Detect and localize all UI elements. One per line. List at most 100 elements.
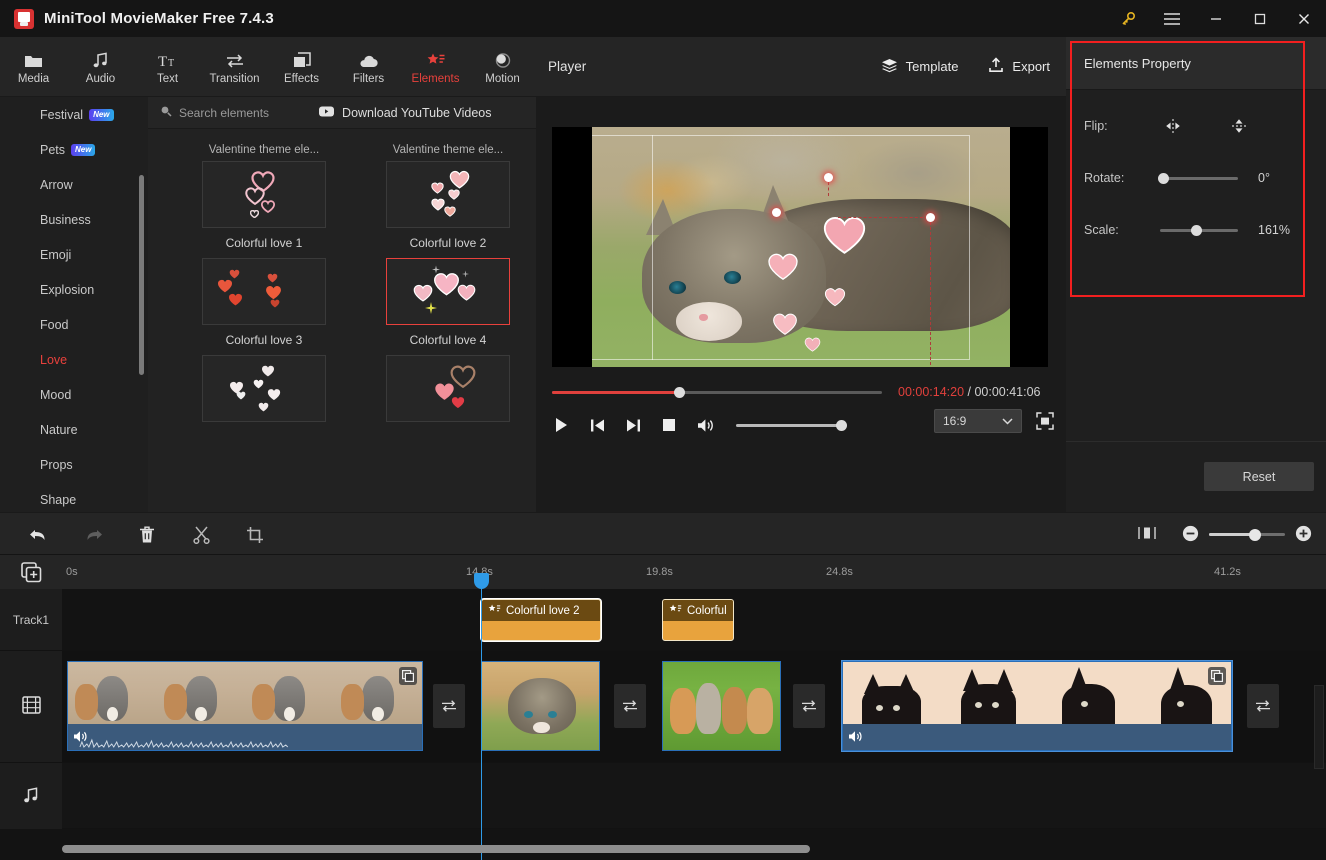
transition-slot[interactable]: [433, 684, 465, 728]
rotate-slider-knob[interactable]: [1158, 172, 1169, 184]
menu-icon[interactable]: [1150, 0, 1194, 37]
add-media-button[interactable]: [0, 555, 62, 589]
volume-knob[interactable]: [836, 419, 847, 431]
video-clip-kittens-grass[interactable]: [662, 661, 781, 751]
maximize-icon[interactable]: [1238, 0, 1282, 37]
delete-button[interactable]: [126, 513, 168, 556]
export-button[interactable]: Export: [988, 57, 1050, 76]
toolbar-item-elements[interactable]: Elements: [402, 37, 469, 97]
element-thumbnail[interactable]: [202, 355, 326, 422]
rotate-slider[interactable]: [1158, 172, 1238, 184]
zoom-in-icon[interactable]: [1295, 525, 1312, 545]
category-item-food[interactable]: Food: [0, 307, 148, 342]
search-input[interactable]: Search elements: [160, 105, 269, 120]
toolbar-item-effects[interactable]: Effects: [268, 37, 335, 97]
minimize-icon[interactable]: [1194, 0, 1238, 37]
volume-button[interactable]: [696, 416, 714, 434]
template-button[interactable]: Template: [881, 58, 958, 76]
video-clip-black-cat[interactable]: [842, 661, 1232, 751]
previous-frame-button[interactable]: [588, 416, 606, 434]
category-item-pets[interactable]: Pets New: [0, 132, 148, 167]
scale-slider-knob[interactable]: [1191, 224, 1202, 236]
fullscreen-button[interactable]: [1034, 409, 1056, 433]
video-clip-tabby-grass[interactable]: [481, 661, 600, 751]
timeline-ruler[interactable]: 0s 14.8s 19.8s 24.8s 41.2s: [62, 555, 1326, 589]
ruler-tick: 24.8s: [826, 566, 853, 578]
element-thumbnail[interactable]: [386, 355, 510, 422]
scale-handle[interactable]: [926, 213, 935, 222]
category-item-arrow[interactable]: Arrow: [0, 167, 148, 202]
transition-slot[interactable]: [614, 684, 646, 728]
timeline-scrollbar-thumb[interactable]: [62, 845, 810, 853]
element-thumbnail[interactable]: [386, 161, 510, 228]
seek-knob[interactable]: [674, 386, 685, 398]
timeline-lanes[interactable]: Colorful love 2 Colorful: [62, 589, 1326, 829]
category-item-nature[interactable]: Nature: [0, 412, 148, 447]
element-thumbnail[interactable]: [202, 161, 326, 228]
playhead[interactable]: [481, 577, 482, 860]
reset-button[interactable]: Reset: [1204, 462, 1314, 491]
element-card[interactable]: Colorful love 3: [182, 258, 346, 355]
redo-button[interactable]: [72, 513, 114, 556]
toolbar-item-audio[interactable]: Audio: [67, 37, 134, 97]
close-icon[interactable]: [1282, 0, 1326, 37]
download-youtube-label: Download YouTube Videos: [342, 105, 492, 120]
category-item-mood[interactable]: Mood: [0, 377, 148, 412]
category-sidebar[interactable]: Festival New Pets New Arrow Business Emo…: [0, 97, 148, 512]
speaker-icon[interactable]: [73, 730, 88, 746]
rotate-row: Rotate: 0°: [1066, 162, 1326, 194]
timeline-scrollbar[interactable]: [62, 845, 1318, 853]
element-clip[interactable]: Colorful: [662, 599, 734, 641]
stop-button[interactable]: [660, 416, 678, 434]
aspect-ratio-select[interactable]: 16:9: [934, 409, 1022, 433]
transition-slot[interactable]: [1247, 684, 1279, 728]
volume-slider[interactable]: [736, 419, 847, 431]
toolbar-item-transition[interactable]: Transition: [201, 37, 268, 97]
anchor-handle[interactable]: [772, 208, 781, 217]
timeline-zoom-slider[interactable]: [1209, 528, 1285, 541]
split-button[interactable]: [180, 513, 222, 556]
scale-slider[interactable]: [1160, 224, 1238, 236]
category-item-shape[interactable]: Shape: [0, 482, 148, 512]
element-thumbnail[interactable]: [386, 258, 510, 325]
clip-copy-badge[interactable]: [399, 667, 417, 685]
play-button[interactable]: [552, 416, 570, 434]
toolbar-item-media[interactable]: Media: [0, 37, 67, 97]
element-card[interactable]: Colorful love 2: [366, 161, 530, 258]
preview-stage[interactable]: [552, 127, 1048, 367]
element-card-selected[interactable]: Colorful love 4: [366, 258, 530, 355]
category-item-emoji[interactable]: Emoji: [0, 237, 148, 272]
fit-timeline-icon[interactable]: [1138, 525, 1156, 544]
toolbar-item-text[interactable]: TT Text: [134, 37, 201, 97]
element-card[interactable]: [182, 355, 346, 452]
category-item-props[interactable]: Props: [0, 447, 148, 482]
rotate-handle[interactable]: [824, 173, 833, 182]
flip-horizontal-icon[interactable]: [1160, 115, 1186, 137]
undo-button[interactable]: [18, 513, 60, 556]
video-clip-tabby-sofa[interactable]: [67, 661, 423, 751]
transition-slot[interactable]: [793, 684, 825, 728]
element-card[interactable]: Colorful love 1: [182, 161, 346, 258]
category-item-explosion[interactable]: Explosion: [0, 272, 148, 307]
element-thumbnail[interactable]: [202, 258, 326, 325]
clip-copy-badge[interactable]: [1208, 667, 1226, 685]
category-item-festival[interactable]: Festival New: [0, 97, 148, 132]
category-item-business[interactable]: Business: [0, 202, 148, 237]
zoom-out-icon[interactable]: [1182, 525, 1199, 545]
key-icon[interactable]: [1106, 0, 1150, 37]
timeline-lane-audio[interactable]: [62, 763, 1326, 829]
element-clip-selected[interactable]: Colorful love 2: [481, 599, 601, 641]
download-youtube-button[interactable]: Download YouTube Videos: [319, 106, 491, 120]
category-item-love[interactable]: Love: [0, 342, 148, 377]
flip-vertical-icon[interactable]: [1226, 115, 1252, 137]
category-scrollbar[interactable]: [139, 175, 144, 375]
speaker-icon[interactable]: [848, 730, 863, 746]
element-card[interactable]: [366, 355, 530, 452]
timeline-zoom-knob[interactable]: [1249, 528, 1261, 541]
next-frame-button[interactable]: [624, 416, 642, 434]
rotate-value: 0°: [1258, 171, 1270, 185]
toolbar-item-motion[interactable]: Motion: [469, 37, 536, 97]
seek-bar[interactable]: [552, 386, 882, 398]
toolbar-item-filters[interactable]: Filters: [335, 37, 402, 97]
crop-button[interactable]: [234, 513, 276, 556]
